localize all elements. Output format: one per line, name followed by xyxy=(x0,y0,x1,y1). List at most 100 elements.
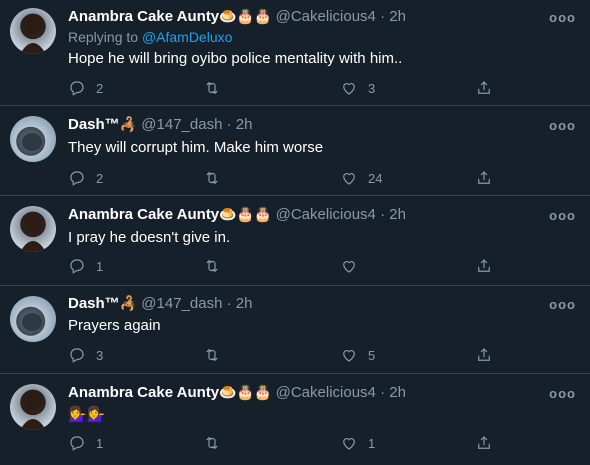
retweet-icon xyxy=(206,348,218,362)
tweet[interactable]: Dash™🦂 @147_dash · 2h ooo Prayers again … xyxy=(0,286,590,374)
tweet[interactable]: Anambra Cake Aunty🍮🎂🎂 @Cakelicious4 · 2h… xyxy=(0,0,590,106)
user-handle[interactable]: @Cakelicious4 xyxy=(276,384,376,401)
like-button[interactable]: 24 xyxy=(340,168,382,188)
name-emojis: 🍮🎂🎂 xyxy=(219,206,272,222)
retweet-icon xyxy=(206,171,218,185)
like-icon xyxy=(343,261,355,273)
share-button[interactable] xyxy=(475,256,493,276)
user-handle[interactable]: @Cakelicious4 xyxy=(276,8,376,25)
like-icon xyxy=(343,173,355,185)
tweet-text: I pray he doesn't give in. xyxy=(68,229,231,246)
reply-icon xyxy=(70,81,84,96)
avatar[interactable] xyxy=(10,8,56,54)
reply-icon xyxy=(70,171,84,186)
name-emojis: 🍮🎂🎂 xyxy=(219,384,272,400)
reply-count: 1 xyxy=(96,258,104,274)
more-icon[interactable]: ooo xyxy=(549,208,576,223)
like-icon xyxy=(343,350,355,362)
avatar[interactable] xyxy=(10,384,56,430)
tweet[interactable]: Anambra Cake Aunty🍮🎂🎂 @Cakelicious4 · 2h… xyxy=(0,196,590,286)
reply-button[interactable]: 1 xyxy=(68,256,103,276)
tweet-text: Prayers again xyxy=(68,317,161,334)
share-icon xyxy=(478,348,490,361)
share-button[interactable] xyxy=(475,168,493,188)
tweet[interactable]: Dash™🦂 @147_dash · 2h ooo They will corr… xyxy=(0,106,590,196)
like-count: 24 xyxy=(368,170,383,186)
separator: · xyxy=(380,384,386,401)
retweet-icon xyxy=(206,259,218,273)
reply-button[interactable]: 2 xyxy=(68,168,103,188)
reply-icon xyxy=(70,348,84,363)
share-icon xyxy=(478,81,490,94)
like-icon xyxy=(343,83,355,95)
user-handle[interactable]: @Cakelicious4 xyxy=(276,206,376,223)
separator: · xyxy=(226,295,232,312)
tweet-actions: 1 1 xyxy=(68,433,518,453)
name-emojis: 🦂 xyxy=(119,116,138,132)
reply-button[interactable]: 1 xyxy=(68,433,103,453)
tweet-actions: 1 xyxy=(68,256,518,276)
separator: · xyxy=(380,206,386,223)
reply-count: 3 xyxy=(96,347,104,363)
share-icon xyxy=(478,259,490,272)
more-icon[interactable]: ooo xyxy=(549,10,576,25)
like-button[interactable]: 5 xyxy=(340,345,375,365)
tweet-text: 💁‍♀️💁‍♀️ xyxy=(68,406,106,423)
like-button[interactable] xyxy=(340,256,368,276)
retweet-icon xyxy=(206,81,218,95)
more-icon[interactable]: ooo xyxy=(549,386,576,401)
like-count: 1 xyxy=(368,435,376,451)
like-button[interactable]: 3 xyxy=(340,78,375,98)
retweet-button[interactable] xyxy=(203,345,231,365)
timestamp[interactable]: 2h xyxy=(389,8,406,25)
display-name[interactable]: Anambra Cake Aunty xyxy=(68,384,219,401)
tweet-actions: 2 3 xyxy=(68,78,518,98)
reply-icon xyxy=(70,259,84,274)
tweet-text: Hope he will bring oyibo police mentalit… xyxy=(68,50,403,67)
reply-icon xyxy=(70,436,84,451)
retweet-button[interactable] xyxy=(203,168,231,188)
user-handle[interactable]: @147_dash xyxy=(141,295,222,312)
reply-count: 1 xyxy=(96,435,104,451)
display-name[interactable]: Anambra Cake Aunty xyxy=(68,8,219,25)
name-emojis: 🦂 xyxy=(119,295,138,311)
tweet-header: Anambra Cake Aunty🍮🎂🎂 @Cakelicious4 · 2h xyxy=(68,384,578,404)
like-count: 3 xyxy=(368,80,376,96)
tweet-text: They will corrupt him. Make him worse xyxy=(68,139,324,156)
share-button[interactable] xyxy=(475,78,493,98)
reply-button[interactable]: 3 xyxy=(68,345,103,365)
share-icon xyxy=(478,171,490,184)
timestamp[interactable]: 2h xyxy=(236,116,253,133)
reply-count: 2 xyxy=(96,80,104,96)
tweet-actions: 3 5 xyxy=(68,345,518,365)
timestamp[interactable]: 2h xyxy=(236,295,253,312)
avatar[interactable] xyxy=(10,296,56,342)
tweet-header: Dash™🦂 @147_dash · 2h xyxy=(68,295,578,315)
name-emojis: 🍮🎂🎂 xyxy=(219,8,272,24)
user-handle[interactable]: @147_dash xyxy=(141,116,222,133)
replying-to: Replying to @AfamDeluxo xyxy=(68,29,232,45)
display-name[interactable]: Dash™ xyxy=(68,116,120,133)
tweet[interactable]: Anambra Cake Aunty🍮🎂🎂 @Cakelicious4 · 2h… xyxy=(0,374,590,465)
share-button[interactable] xyxy=(475,433,493,453)
replying-to-link[interactable]: @AfamDeluxo xyxy=(142,29,232,45)
more-icon[interactable]: ooo xyxy=(549,297,576,312)
timestamp[interactable]: 2h xyxy=(389,384,406,401)
retweet-button[interactable] xyxy=(203,433,231,453)
avatar[interactable] xyxy=(10,116,56,162)
timestamp[interactable]: 2h xyxy=(389,206,406,223)
share-button[interactable] xyxy=(475,345,493,365)
display-name[interactable]: Dash™ xyxy=(68,295,120,312)
retweet-icon xyxy=(206,436,218,450)
more-icon[interactable]: ooo xyxy=(549,118,576,133)
like-count: 5 xyxy=(368,347,376,363)
retweet-button[interactable] xyxy=(203,78,231,98)
like-button[interactable]: 1 xyxy=(340,433,375,453)
reply-button[interactable]: 2 xyxy=(68,78,103,98)
tweet-actions: 2 24 xyxy=(68,168,518,188)
avatar[interactable] xyxy=(10,206,56,252)
display-name[interactable]: Anambra Cake Aunty xyxy=(68,206,219,223)
reply-count: 2 xyxy=(96,170,104,186)
separator: · xyxy=(380,8,386,25)
retweet-button[interactable] xyxy=(203,256,231,276)
